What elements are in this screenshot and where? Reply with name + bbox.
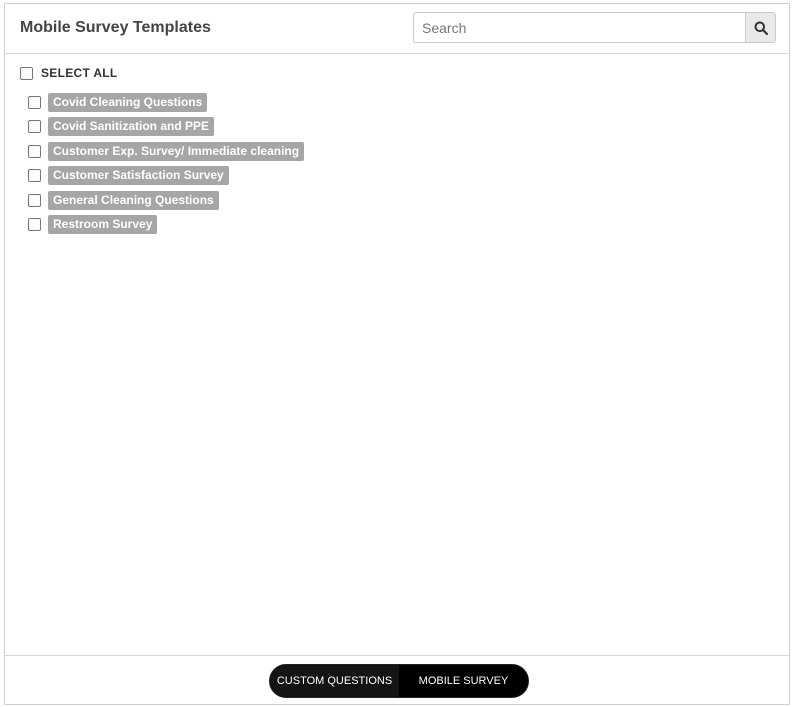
template-label[interactable]: Customer Exp. Survey/ Immediate cleaning [48,141,305,161]
template-label[interactable]: General Cleaning Questions [48,190,219,210]
template-checkbox[interactable] [28,169,41,183]
custom-questions-tab[interactable]: CUSTOM QUESTIONS [270,665,399,697]
search-group [413,12,776,43]
template-label[interactable]: Customer Satisfaction Survey [48,166,229,186]
select-all-row: SELECT ALL [20,65,118,81]
list-item: Restroom Survey [28,213,304,238]
template-label[interactable]: Covid Sanitization and PPE [48,117,215,137]
template-checkbox[interactable] [28,218,41,232]
select-all-label[interactable]: SELECT ALL [41,66,118,80]
search-button[interactable] [745,12,776,43]
panel-footer: CUSTOM QUESTIONS MOBILE SURVEY [5,655,789,704]
template-checkbox[interactable] [28,193,41,207]
list-item: Customer Exp. Survey/ Immediate cleaning [28,139,305,164]
select-all-checkbox[interactable] [20,66,33,80]
panel-header: Mobile Survey Templates [5,4,789,54]
template-list: Covid Cleaning Questions Covid Sanitizat… [28,90,305,238]
page-title: Mobile Survey Templates [20,19,211,36]
search-input[interactable] [413,12,746,43]
list-item: Covid Sanitization and PPE [28,115,304,140]
template-label[interactable]: Covid Cleaning Questions [48,92,208,112]
survey-templates-panel: Mobile Survey Templates SELECT ALL Covid… [4,3,790,705]
view-toggle: CUSTOM QUESTIONS MOBILE SURVEY [269,664,529,698]
template-checkbox[interactable] [28,120,41,134]
list-item: Customer Satisfaction Survey [28,164,304,189]
search-icon [754,21,768,35]
list-item: General Cleaning Questions [28,188,304,213]
template-checkbox[interactable] [28,95,41,109]
template-checkbox[interactable] [28,144,41,158]
list-item: Covid Cleaning Questions [28,90,304,115]
template-label[interactable]: Restroom Survey [48,215,158,235]
mobile-survey-tab[interactable]: MOBILE SURVEY [399,665,528,697]
